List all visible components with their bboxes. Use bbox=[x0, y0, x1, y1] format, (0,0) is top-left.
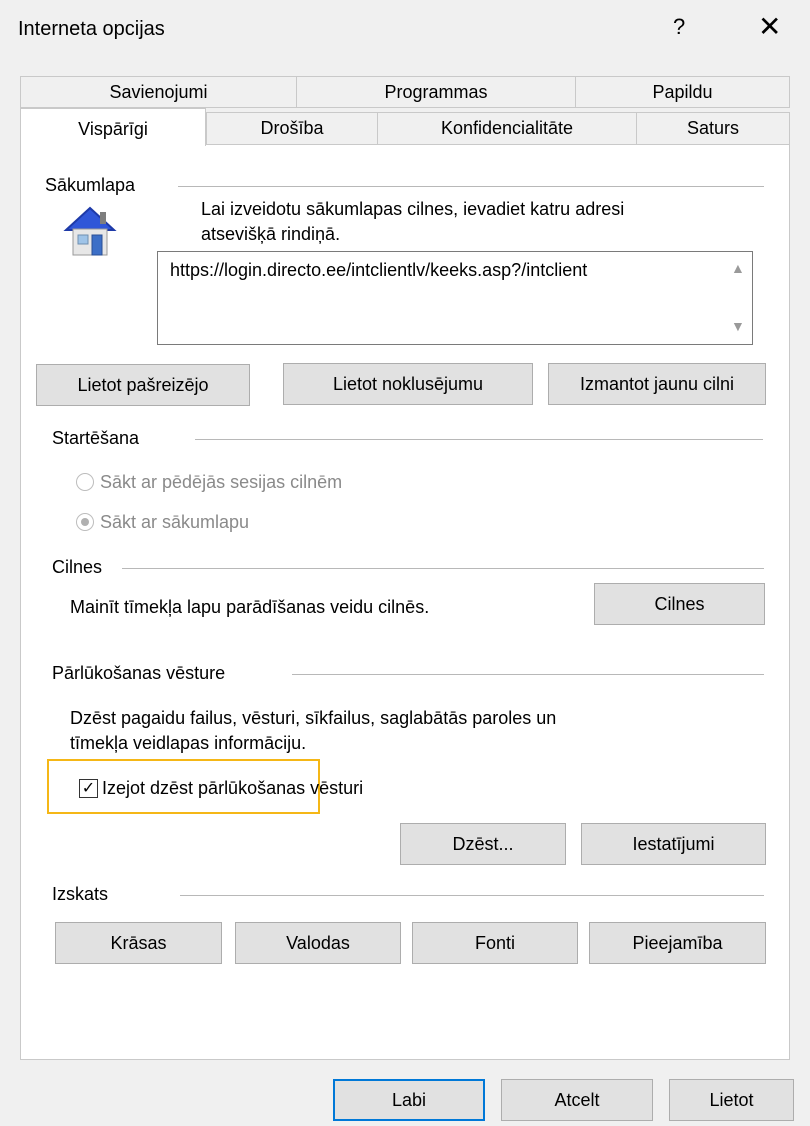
ok-button[interactable]: Labi bbox=[333, 1079, 485, 1121]
homepage-divider bbox=[178, 186, 764, 187]
cancel-button[interactable]: Atcelt bbox=[501, 1079, 653, 1121]
tab-general[interactable]: Vispārīgi bbox=[20, 108, 206, 146]
accessibility-button[interactable]: Pieejamība bbox=[589, 922, 766, 964]
tab-connections[interactable]: Savienojumi bbox=[20, 76, 297, 108]
homepage-url-text: https://login.directo.ee/intclientlv/kee… bbox=[170, 260, 588, 280]
tab-content[interactable]: Saturs bbox=[636, 112, 790, 145]
radio-selected-dot bbox=[81, 518, 89, 526]
delete-on-exit-label[interactable]: Izejot dzēst pārlūkošanas vēsturi bbox=[102, 775, 363, 801]
startup-divider bbox=[195, 439, 763, 440]
tabs-settings-button[interactable]: Cilnes bbox=[594, 583, 765, 625]
delete-on-exit-checkbox[interactable]: ✓ bbox=[79, 779, 98, 798]
homepage-url-textarea[interactable]: https://login.directo.ee/intclientlv/kee… bbox=[157, 251, 753, 345]
scroll-down-icon[interactable]: ▼ bbox=[731, 318, 745, 334]
languages-button[interactable]: Valodas bbox=[235, 922, 401, 964]
scroll-up-icon[interactable]: ▲ bbox=[731, 260, 745, 276]
use-new-tab-button[interactable]: Izmantot jaunu cilni bbox=[548, 363, 766, 405]
tabs-divider bbox=[122, 568, 764, 569]
appearance-group-label: Izskats bbox=[52, 884, 115, 905]
tab-security[interactable]: Drošība bbox=[206, 112, 378, 145]
tabs-description: Mainīt tīmekļa lapu parādīšanas veidu ci… bbox=[70, 597, 430, 617]
startup-last-session-radio[interactable] bbox=[76, 473, 94, 491]
window-title: Interneta opcijas bbox=[18, 18, 165, 40]
url-scrollbar[interactable]: ▲ ▼ bbox=[724, 252, 752, 344]
history-description-line1: Dzēst pagaidu failus, vēsturi, sīkfailus… bbox=[70, 708, 557, 728]
startup-last-session-label: Sākt ar pēdējās sesijas cilnēm bbox=[100, 472, 343, 492]
use-current-button[interactable]: Lietot pašreizējo bbox=[36, 364, 250, 406]
use-default-button[interactable]: Lietot noklusējumu bbox=[283, 363, 533, 405]
tab-programs[interactable]: Programmas bbox=[296, 76, 576, 108]
home-icon bbox=[63, 206, 117, 256]
colors-button[interactable]: Krāsas bbox=[55, 922, 222, 964]
tab-advanced[interactable]: Papildu bbox=[575, 76, 790, 108]
apply-button[interactable]: Lietot bbox=[669, 1079, 794, 1121]
homepage-instructions-line2: atsevišķā rindiņā. bbox=[201, 224, 341, 244]
tab-privacy[interactable]: Konfidencialitāte bbox=[377, 112, 637, 145]
startup-group-label: Startēšana bbox=[52, 428, 146, 449]
history-divider bbox=[292, 674, 764, 675]
homepage-group-label: Sākumlapa bbox=[45, 175, 142, 196]
history-group-label: Pārlūkošanas vēsture bbox=[52, 663, 232, 684]
history-description-line2: tīmekļa veidlapas informāciju. bbox=[70, 733, 307, 753]
close-button[interactable]: ✕ bbox=[758, 10, 781, 43]
tabs-group-label: Cilnes bbox=[52, 557, 109, 578]
startup-homepage-label: Sākt ar sākumlapu bbox=[100, 512, 250, 532]
history-settings-button[interactable]: Iestatījumi bbox=[581, 823, 766, 865]
delete-history-button[interactable]: Dzēst... bbox=[400, 823, 566, 865]
startup-homepage-radio[interactable] bbox=[76, 513, 94, 531]
fonts-button[interactable]: Fonti bbox=[412, 922, 578, 964]
appearance-divider bbox=[180, 895, 764, 896]
help-button[interactable]: ? bbox=[673, 14, 685, 40]
homepage-instructions-line1: Lai izveidotu sākumlapas cilnes, ievadie… bbox=[201, 199, 625, 219]
